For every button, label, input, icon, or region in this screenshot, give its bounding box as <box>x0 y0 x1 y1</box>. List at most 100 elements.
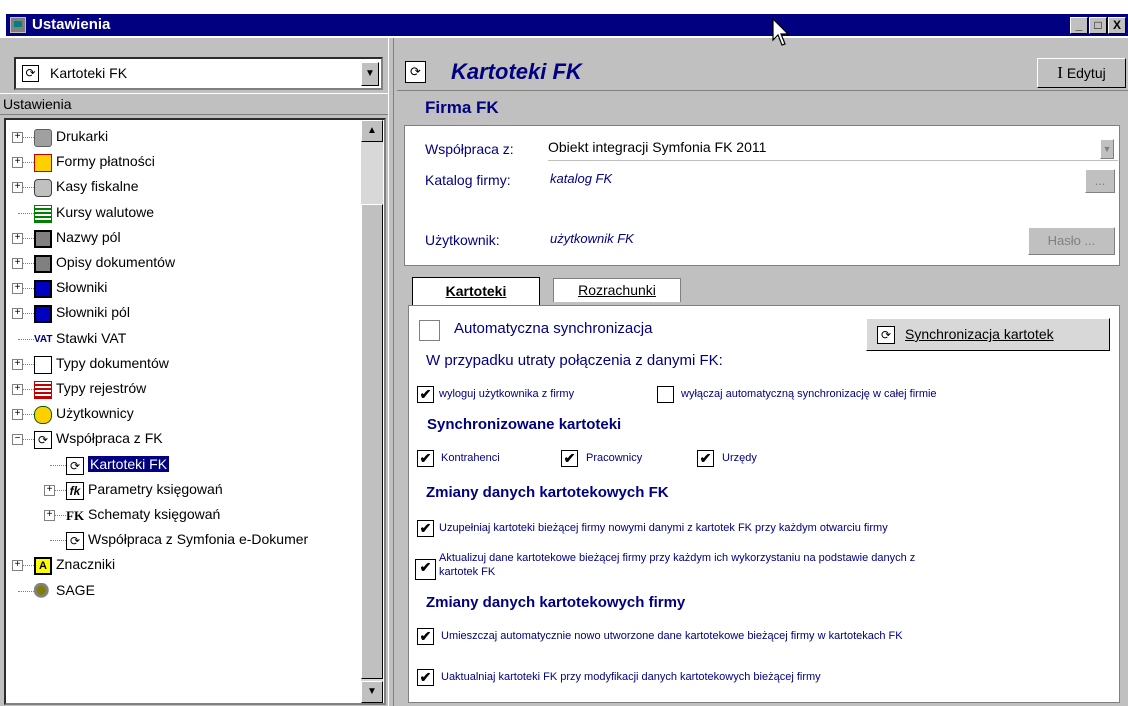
expand-icon[interactable]: + <box>12 232 23 244</box>
tree-item[interactable]: ⟳ Kartoteki FK <box>6 454 356 479</box>
haslo-button[interactable]: Hasło ... <box>1028 227 1115 255</box>
expand-icon[interactable]: + <box>12 182 23 194</box>
expand-icon[interactable]: + <box>44 484 55 496</box>
logout-checkbox[interactable]: ✔ <box>417 386 434 403</box>
tree-item[interactable]: VAT Stawki VAT <box>6 328 356 353</box>
browse-katalog-button[interactable]: ... <box>1085 169 1115 193</box>
scroll-up-button[interactable]: ▲ <box>361 120 383 142</box>
expand-icon[interactable]: + <box>12 560 23 572</box>
tree-item-label-wrap: Drukarki <box>56 128 108 144</box>
tree-item-label-wrap: Formy płatności <box>56 153 155 169</box>
window-title: Ustawienia <box>32 16 111 33</box>
tree-item-label: Słowniki <box>56 279 108 296</box>
expand-icon[interactable]: + <box>12 308 23 320</box>
tree-item[interactable]: + Słowniki <box>6 277 356 302</box>
kartoteki-tab-panel: Automatyczna synchronizacja ⟳ Synchroniz… <box>408 305 1120 703</box>
aktualizuj-checkbox[interactable]: ✔ <box>415 559 436 580</box>
sync-icon: ⟳ <box>405 61 426 83</box>
expand-icon[interactable]: + <box>12 384 23 395</box>
expand-icon[interactable]: + <box>12 157 23 169</box>
auto-sync-label: Automatyczna synchronizacja <box>454 320 653 337</box>
tree-item[interactable]: + Typy dokumentów <box>6 353 356 378</box>
tree-item[interactable]: + Opisy dokumentów <box>6 252 356 277</box>
tree-item[interactable]: ⟳ Współpraca z Symfonia e-Dokumer <box>6 529 356 554</box>
tab-rozrachunki-label: Rozrachunki <box>578 282 656 298</box>
auto-sync-checkbox[interactable] <box>419 320 440 341</box>
tree-scrollbar[interactable]: ▲ ▼ <box>361 120 383 703</box>
urzedy-checkbox[interactable]: ✔ <box>697 450 714 467</box>
expand-icon[interactable]: + <box>12 132 23 143</box>
tree-item-label: Współpraca z FK <box>56 430 163 447</box>
uaktualniaj-checkbox[interactable]: ✔ <box>417 669 434 686</box>
tree-item-label-wrap: Nazwy pól <box>56 229 121 245</box>
tree-item[interactable]: + Słowniki pól <box>6 302 356 327</box>
tree-item[interactable]: Kursy walutowe <box>6 202 356 227</box>
tree-item[interactable]: − ⟳ Współpraca z FK <box>6 428 356 453</box>
uzytkownik-field[interactable]: użytkownik FK <box>550 231 634 246</box>
expand-icon[interactable]: + <box>12 409 23 421</box>
disable-sync-label: wyłączaj automatyczną synchronizację w c… <box>681 388 937 400</box>
field-dictionary-icon <box>34 305 52 324</box>
tree-item[interactable]: + Drukarki <box>6 126 356 151</box>
expand-icon[interactable]: + <box>12 283 23 295</box>
urzedy-label: Urzędy <box>722 452 757 464</box>
field-names-icon <box>34 229 52 248</box>
tab-rozrachunki[interactable]: Rozrachunki <box>553 278 681 302</box>
tree-item-label-wrap: Typy rejestrów <box>56 380 146 396</box>
tree-item-label: Słowniki pól <box>56 304 130 321</box>
tree-item-label-wrap: SAGE <box>56 582 95 598</box>
tree-item-label-wrap: Znaczniki <box>56 556 115 572</box>
tree-item[interactable]: + Nazwy pól <box>6 227 356 252</box>
sage-icon <box>34 582 52 601</box>
payment-icon <box>34 154 52 173</box>
tree-item[interactable]: + Typy rejestrów <box>6 378 356 403</box>
kontrahenci-checkbox[interactable]: ✔ <box>417 450 434 467</box>
app-icon <box>10 17 26 33</box>
tree-item[interactable]: SAGE <box>6 580 356 605</box>
section-combo-value: Kartoteki FK <box>50 65 128 81</box>
collapse-icon[interactable]: − <box>12 434 23 446</box>
scroll-thumb[interactable] <box>361 204 383 679</box>
wspolpraca-select[interactable]: Obiekt integracji Symfonia FK 2011 ▼ <box>548 137 1118 161</box>
tree-item-label-wrap: Kursy walutowe <box>56 204 154 220</box>
tree-item-label-wrap: Użytkownicy <box>56 405 134 421</box>
expand-icon[interactable]: + <box>44 510 55 521</box>
vat-icon: VAT <box>34 330 53 349</box>
printer-icon <box>34 129 52 147</box>
pracownicy-checkbox[interactable]: ✔ <box>561 450 578 467</box>
edit-button[interactable]: I Edytuj <box>1037 58 1126 88</box>
pane-splitter[interactable] <box>388 38 394 706</box>
tree-item[interactable]: + Formy płatności <box>6 151 356 176</box>
tree-item-label-wrap: Współpraca z Symfonia e-Dokumer <box>88 531 308 547</box>
tree-item-label: Typy dokumentów <box>56 354 169 371</box>
settings-window: Ustawienia _ □ X ⟳ Kartoteki FK ▼ Ustawi… <box>0 0 1128 706</box>
tree-item[interactable]: + fk Parametry księgowań <box>6 479 356 504</box>
umieszczaj-checkbox[interactable]: ✔ <box>417 628 434 645</box>
tree-item-label: Opisy dokumentów <box>56 254 176 270</box>
katalog-field[interactable]: katalog FK <box>550 171 612 186</box>
uzupelniaj-checkbox[interactable]: ✔ <box>417 520 434 537</box>
tree-item-label: Kursy walutowe <box>56 203 155 220</box>
scroll-down-button[interactable]: ▼ <box>361 681 383 703</box>
tree-item[interactable]: + A Znaczniki <box>6 554 356 579</box>
disable-sync-checkbox[interactable] <box>657 386 674 403</box>
uzytkownik-label: Użytkownik: <box>425 232 500 248</box>
expand-icon[interactable]: + <box>12 258 23 269</box>
chevron-down-icon[interactable]: ▼ <box>1100 139 1114 159</box>
minimize-button[interactable]: _ <box>1070 17 1088 34</box>
tab-kartoteki[interactable]: Kartoteki <box>412 277 540 305</box>
tree-item[interactable]: + FK Schematy księgowań <box>6 504 356 529</box>
tree-item-label: Parametry księgowań <box>88 480 223 497</box>
expand-icon[interactable]: + <box>12 358 23 370</box>
maximize-button[interactable]: □ <box>1089 17 1107 34</box>
tree-item[interactable]: + Użytkownicy <box>6 403 356 428</box>
sync-kartoteki-button[interactable]: ⟳ Synchronizacja kartotek <box>866 318 1110 351</box>
chevron-down-icon[interactable]: ▼ <box>361 62 379 86</box>
wspolpraca-value: Obiekt integracji Symfonia FK 2011 <box>548 139 767 155</box>
tree-item[interactable]: + Kasy fiskalne <box>6 176 356 201</box>
title-bar[interactable]: Ustawienia _ □ X <box>6 14 1128 36</box>
tree-item-label: Schematy księgowań <box>88 506 221 522</box>
close-button[interactable]: X <box>1108 17 1126 34</box>
section-combo[interactable]: ⟳ Kartoteki FK ▼ <box>14 57 383 90</box>
tree-item-label: Nazwy pól <box>56 228 121 245</box>
